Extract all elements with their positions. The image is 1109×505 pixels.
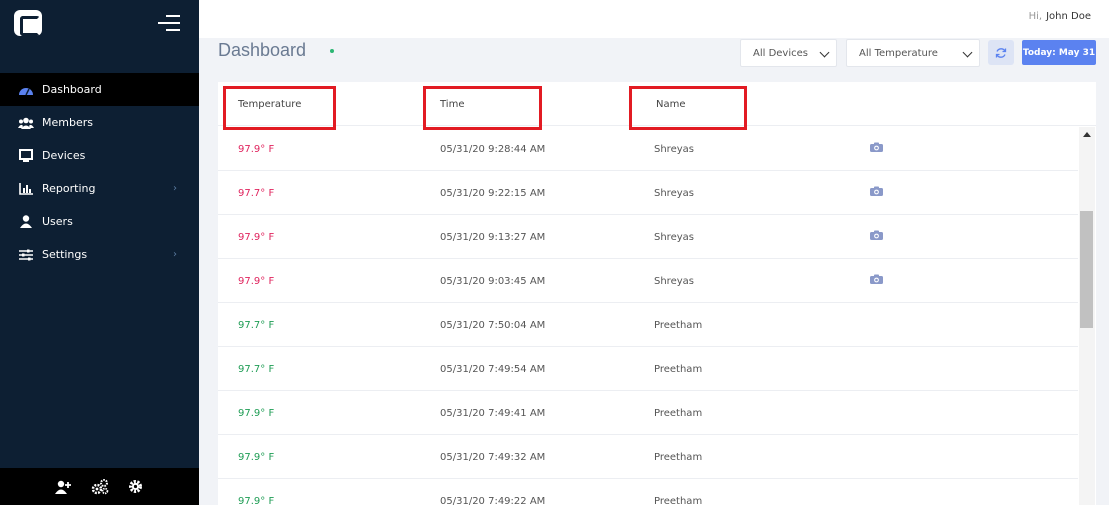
table-row[interactable]: 97.9° F 05/31/20 9:03:45 AM Shreyas bbox=[218, 259, 1078, 303]
time-cell: 05/31/20 7:49:54 AM bbox=[440, 364, 546, 375]
temperature-cell: 97.9° F bbox=[238, 452, 275, 463]
sidebar-item-label: Devices bbox=[42, 149, 86, 162]
sidebar-item-settings[interactable]: Settings › bbox=[0, 238, 199, 271]
name-cell: Preetham bbox=[654, 364, 703, 375]
sidebar-item-members[interactable]: Members bbox=[0, 106, 199, 139]
time-cell: 05/31/20 7:49:22 AM bbox=[440, 496, 546, 505]
devices-icon bbox=[18, 149, 34, 163]
scrollbar-thumb[interactable] bbox=[1080, 211, 1093, 328]
sidebar: Dashboard Members Devices Reporting › Us… bbox=[0, 0, 199, 505]
table-row[interactable]: 97.9° F 05/31/20 7:49:32 AM Preetham bbox=[218, 435, 1078, 479]
temperature-cell: 97.7° F bbox=[238, 188, 275, 199]
name-cell: Shreyas bbox=[654, 188, 694, 199]
sidebar-item-label: Reporting bbox=[42, 182, 96, 195]
status-dot bbox=[330, 49, 334, 53]
sidebar-item-label: Members bbox=[42, 116, 93, 129]
members-icon bbox=[18, 116, 34, 130]
dashboard-icon bbox=[18, 83, 34, 97]
camera-icon[interactable] bbox=[870, 186, 883, 196]
camera-icon[interactable] bbox=[870, 230, 883, 240]
time-cell: 05/31/20 7:50:04 AM bbox=[440, 320, 546, 331]
temperature-cell: 97.7° F bbox=[238, 364, 275, 375]
users-icon bbox=[18, 215, 34, 229]
temperature-cell: 97.9° F bbox=[238, 232, 275, 243]
settings-icon bbox=[18, 248, 34, 262]
add-user-icon[interactable] bbox=[55, 478, 73, 496]
table-row[interactable]: 97.9° F 05/31/20 9:28:44 AM Shreyas bbox=[218, 127, 1078, 171]
table-row[interactable]: 97.9° F 05/31/20 7:49:22 AM Preetham bbox=[218, 479, 1078, 505]
user-name: John Doe bbox=[1046, 11, 1091, 22]
camera-icon[interactable] bbox=[870, 142, 883, 152]
today-button[interactable]: Today: May 31 bbox=[1022, 40, 1096, 65]
time-cell: 05/31/20 9:28:44 AM bbox=[440, 144, 546, 155]
user-greeting[interactable]: Hi, John Doe bbox=[1029, 11, 1091, 22]
menu-toggle-icon[interactable] bbox=[158, 14, 180, 32]
name-cell: Shreyas bbox=[654, 276, 694, 287]
gears-icon[interactable] bbox=[91, 478, 109, 496]
scroll-up-arrow-icon[interactable] bbox=[1083, 132, 1091, 137]
devices-select-value: All Devices bbox=[753, 47, 808, 59]
temperature-cell: 97.9° F bbox=[238, 496, 275, 505]
table-row[interactable]: 97.7° F 05/31/20 7:49:54 AM Preetham bbox=[218, 347, 1078, 391]
table-row[interactable]: 97.9° F 05/31/20 9:13:27 AM Shreyas bbox=[218, 215, 1078, 259]
highlight-box-time bbox=[423, 86, 542, 130]
temperature-cell: 97.9° F bbox=[238, 276, 275, 287]
sidebar-item-users[interactable]: Users bbox=[0, 205, 199, 238]
sidebar-footer bbox=[0, 468, 199, 505]
table-body: 97.9° F 05/31/20 9:28:44 AM Shreyas 97.7° F… bbox=[218, 127, 1078, 505]
highlight-box-temperature bbox=[223, 86, 336, 130]
chevron-right-icon: › bbox=[173, 183, 177, 194]
chevron-down-icon bbox=[962, 47, 973, 58]
time-cell: 05/31/20 7:49:41 AM bbox=[440, 408, 546, 419]
time-cell: 05/31/20 7:49:32 AM bbox=[440, 452, 546, 463]
sidebar-item-label: Dashboard bbox=[42, 83, 102, 96]
gear-icon[interactable] bbox=[127, 478, 145, 496]
sidebar-item-label: Users bbox=[42, 215, 73, 228]
top-bar: Hi, John Doe bbox=[199, 0, 1109, 38]
devices-select[interactable]: All Devices bbox=[740, 39, 837, 67]
camera-icon[interactable] bbox=[870, 274, 883, 284]
temperature-select[interactable]: All Temperature bbox=[846, 39, 980, 67]
table-row[interactable]: 97.9° F 05/31/20 7:49:41 AM Preetham bbox=[218, 391, 1078, 435]
sidebar-item-dashboard[interactable]: Dashboard bbox=[0, 73, 199, 106]
sidebar-item-reporting[interactable]: Reporting › bbox=[0, 172, 199, 205]
table-row[interactable]: 97.7° F 05/31/20 9:22:15 AM Shreyas bbox=[218, 171, 1078, 215]
sidebar-item-label: Settings bbox=[42, 248, 88, 261]
sidebar-nav: Dashboard Members Devices Reporting › Us… bbox=[0, 73, 199, 271]
name-cell: Preetham bbox=[654, 408, 703, 419]
table-row[interactable]: 97.7° F 05/31/20 7:50:04 AM Preetham bbox=[218, 303, 1078, 347]
time-cell: 05/31/20 9:03:45 AM bbox=[440, 276, 546, 287]
temperature-select-value: All Temperature bbox=[859, 47, 938, 59]
time-cell: 05/31/20 9:13:27 AM bbox=[440, 232, 546, 243]
temperature-cell: 97.9° F bbox=[238, 144, 275, 155]
chevron-down-icon bbox=[819, 47, 830, 58]
table-scrollbar[interactable] bbox=[1079, 127, 1095, 505]
name-cell: Shreyas bbox=[654, 144, 694, 155]
name-cell: Shreyas bbox=[654, 232, 694, 243]
sidebar-item-devices[interactable]: Devices bbox=[0, 139, 199, 172]
name-cell: Preetham bbox=[654, 320, 703, 331]
readings-table: Temperature Time Name 97.9° F 05/31/20 9:… bbox=[218, 82, 1096, 505]
time-cell: 05/31/20 9:22:15 AM bbox=[440, 188, 546, 199]
name-cell: Preetham bbox=[654, 452, 703, 463]
app-logo-icon[interactable] bbox=[14, 10, 42, 36]
page-title: Dashboard bbox=[218, 40, 307, 60]
refresh-button[interactable] bbox=[988, 40, 1014, 65]
temperature-cell: 97.9° F bbox=[238, 408, 275, 419]
reporting-icon bbox=[18, 182, 34, 196]
greeting-prefix: Hi, bbox=[1028, 11, 1043, 22]
chevron-right-icon: › bbox=[173, 249, 177, 260]
refresh-icon bbox=[995, 47, 1007, 58]
name-cell: Preetham bbox=[654, 496, 703, 505]
highlight-box-name bbox=[629, 86, 747, 130]
table-header: Temperature Time Name bbox=[218, 82, 1096, 130]
temperature-cell: 97.7° F bbox=[238, 320, 275, 331]
